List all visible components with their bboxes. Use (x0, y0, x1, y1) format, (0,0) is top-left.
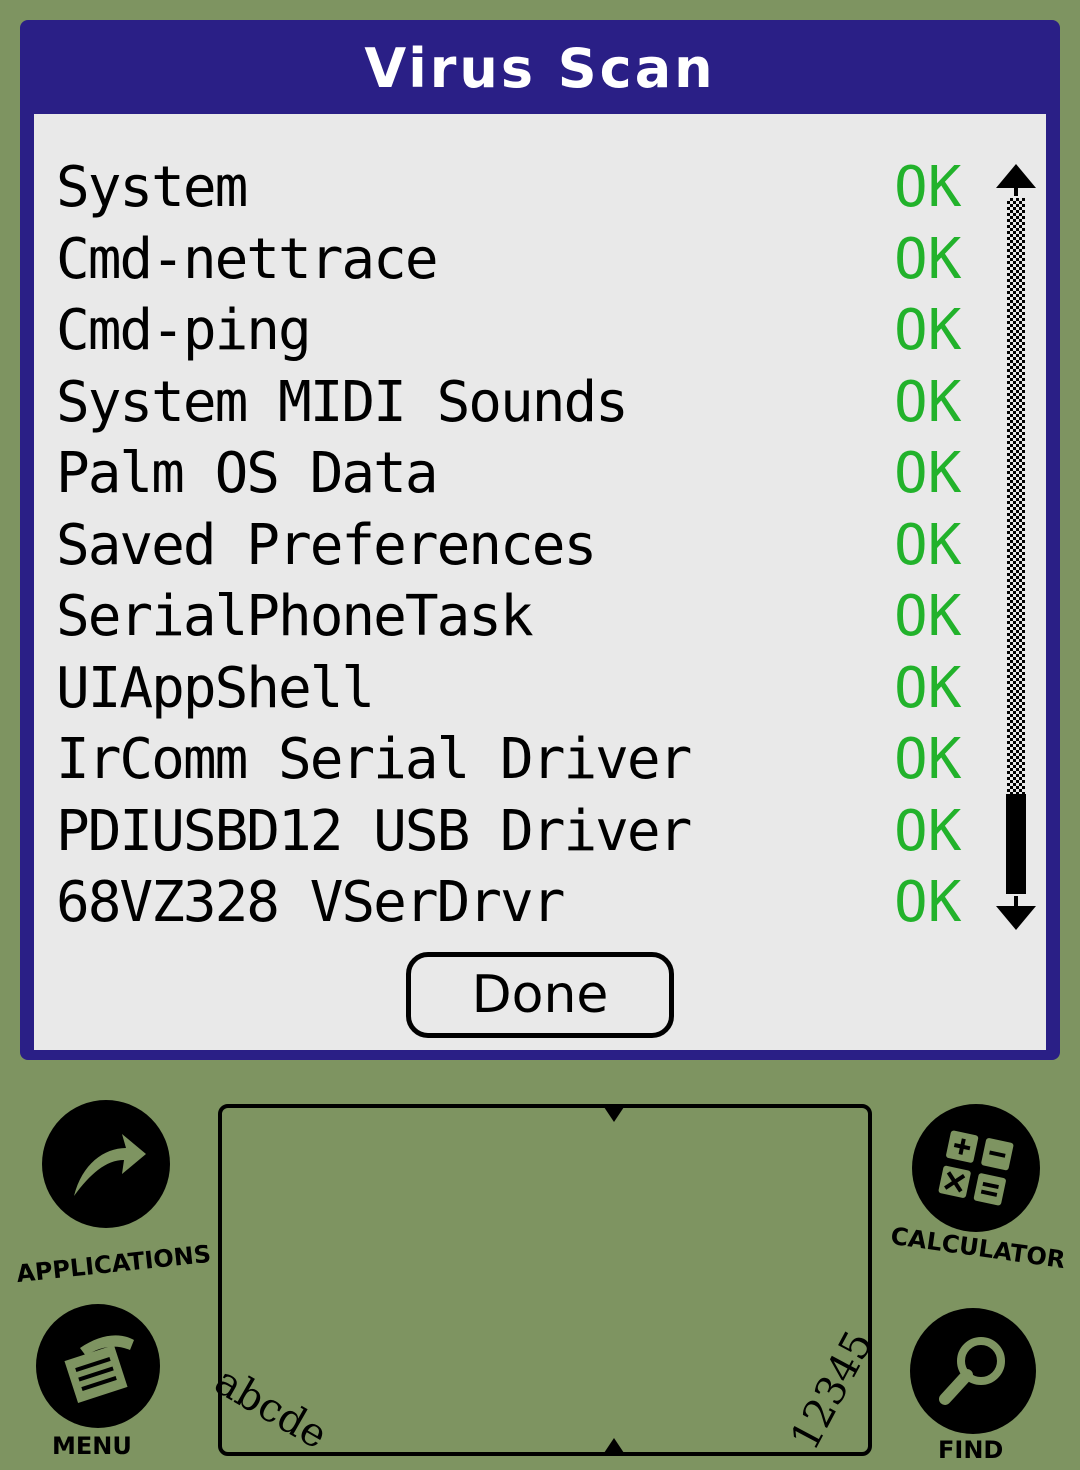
scan-item-status: OK (894, 798, 962, 864)
done-button[interactable]: Done (406, 952, 674, 1038)
list-item[interactable]: UIAppShell OK (34, 653, 994, 725)
scan-item-status: OK (894, 727, 962, 793)
scan-results-list: System OK Cmd-nettrace OK Cmd-ping OK Sy… (34, 152, 994, 939)
scan-item-status: OK (894, 584, 962, 650)
scan-item-status: OK (894, 298, 962, 364)
applications-label: APPLICATIONS (15, 1239, 213, 1289)
graffiti-input-area[interactable]: abcde 12345 (207, 1104, 882, 1458)
applications-icon (42, 1100, 170, 1228)
scan-item-status: OK (894, 441, 962, 507)
scan-item-status: OK (894, 512, 962, 578)
scan-item-name: System MIDI Sounds (56, 369, 629, 435)
scroll-track[interactable] (1007, 198, 1025, 892)
list-item[interactable]: PDIUSBD12 USB Driver OK (34, 796, 994, 868)
graffiti-letters-label: abcde (207, 1358, 335, 1459)
dialog-title: Virus Scan (364, 36, 716, 100)
scrollbar[interactable] (996, 164, 1036, 940)
scroll-up-arrow-stem (1014, 186, 1018, 196)
list-item[interactable]: SerialPhoneTask OK (34, 581, 994, 653)
applications-button[interactable]: APPLICATIONS (10, 1100, 212, 1288)
menu-icon (36, 1304, 160, 1428)
scan-item-name: Cmd-ping (56, 298, 312, 364)
swoosh-arrow-icon (74, 1134, 146, 1196)
list-item[interactable]: Cmd-nettrace OK (34, 224, 994, 296)
list-item[interactable]: 68VZ328 VSerDrvr OK (34, 867, 994, 939)
calculator-button[interactable]: CALCULATOR (884, 1100, 1074, 1274)
scan-item-status: OK (894, 226, 962, 292)
scan-item-status: OK (894, 155, 962, 221)
calculator-keys-icon (938, 1130, 1014, 1206)
scan-item-status: OK (894, 870, 962, 936)
dialog-body: System OK Cmd-nettrace OK Cmd-ping OK Sy… (34, 114, 1046, 1050)
find-label: FIND (938, 1436, 1004, 1464)
scan-item-name: SerialPhoneTask (56, 584, 534, 650)
scan-item-status: OK (894, 655, 962, 721)
menu-label: MENU (52, 1432, 132, 1460)
scan-item-name: Saved Preferences (56, 512, 597, 578)
scroll-up-arrow-icon[interactable] (996, 164, 1036, 188)
scan-item-name: PDIUSBD12 USB Driver (56, 798, 692, 864)
list-item[interactable]: Cmd-ping OK (34, 295, 994, 367)
graffiti-divider-top (602, 1104, 626, 1122)
scroll-down-arrow-icon[interactable] (996, 906, 1036, 930)
scan-item-name: Palm OS Data (56, 441, 439, 507)
graffiti-divider-bottom (602, 1438, 626, 1456)
virus-scan-dialog: Virus Scan System OK Cmd-nettrace OK Cmd… (20, 20, 1060, 1060)
find-button[interactable]: FIND (904, 1306, 1054, 1468)
list-item[interactable]: System OK (34, 152, 994, 224)
scan-item-name: IrComm Serial Driver (56, 727, 692, 793)
list-item[interactable]: IrComm Serial Driver OK (34, 724, 994, 796)
scan-item-name: Cmd-nettrace (56, 226, 439, 292)
menu-list-icon (64, 1335, 134, 1403)
scan-item-name: UIAppShell (56, 655, 375, 721)
find-icon (910, 1308, 1036, 1434)
scan-item-status: OK (894, 369, 962, 435)
graffiti-numbers-label: 12345 (782, 1323, 883, 1458)
list-item[interactable]: System MIDI Sounds OK (34, 367, 994, 439)
list-item[interactable]: Palm OS Data OK (34, 438, 994, 510)
list-item[interactable]: Saved Preferences OK (34, 510, 994, 582)
scan-item-name: System (56, 155, 248, 221)
scroll-thumb[interactable] (1006, 794, 1026, 894)
calculator-icon (912, 1104, 1040, 1232)
magnifier-icon (939, 1337, 1005, 1405)
scan-item-name: 68VZ328 VSerDrvr (56, 870, 565, 936)
menu-button[interactable]: MENU (30, 1300, 180, 1465)
